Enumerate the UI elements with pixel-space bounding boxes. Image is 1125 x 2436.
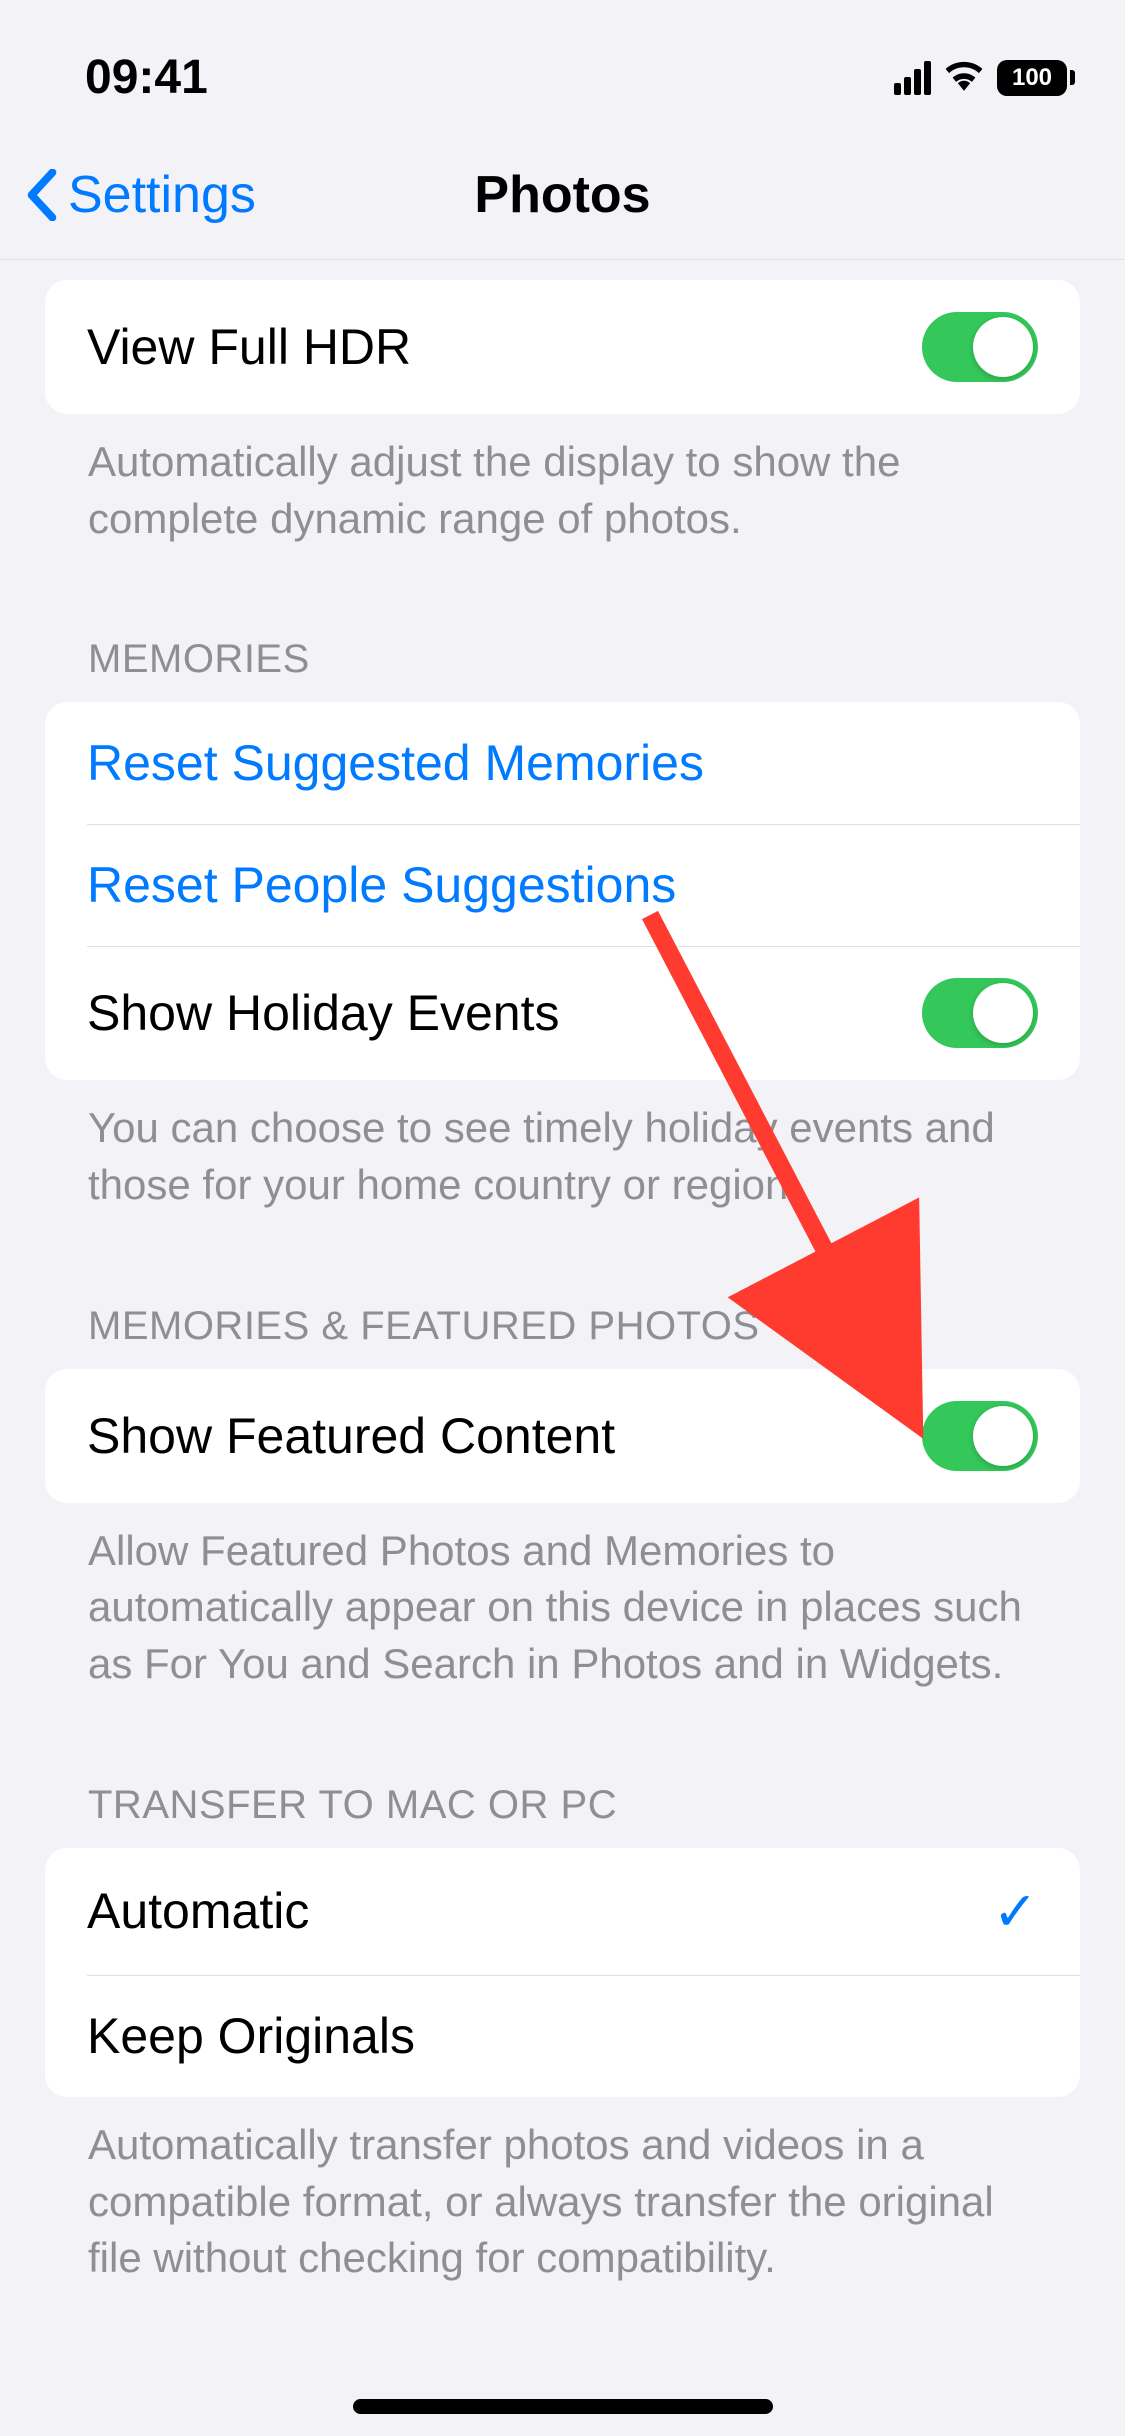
memories-group: Reset Suggested Memories Reset People Su…	[45, 702, 1080, 1080]
memories-footer: You can choose to see timely holiday eve…	[0, 1080, 1125, 1243]
transfer-header: TRANSFER TO MAC OR PC	[0, 1723, 1125, 1848]
view-full-hdr-toggle[interactable]	[922, 312, 1038, 382]
view-full-hdr-label: View Full HDR	[87, 318, 411, 376]
home-indicator[interactable]	[353, 2399, 773, 2414]
status-time: 09:41	[85, 50, 208, 105]
show-holiday-events-label: Show Holiday Events	[87, 984, 559, 1042]
show-featured-content-toggle[interactable]	[922, 1401, 1038, 1471]
show-holiday-events-cell[interactable]: Show Holiday Events	[45, 946, 1080, 1080]
transfer-keep-originals-label: Keep Originals	[87, 2007, 415, 2065]
show-featured-content-label: Show Featured Content	[87, 1407, 615, 1465]
back-label: Settings	[68, 165, 256, 225]
transfer-footer: Automatically transfer photos and videos…	[0, 2097, 1125, 2317]
battery-icon: 100	[997, 60, 1075, 96]
cellular-icon	[894, 61, 931, 95]
nav-title: Photos	[474, 165, 650, 225]
featured-group: Show Featured Content	[45, 1369, 1080, 1503]
status-bar: 09:41 100	[0, 0, 1125, 130]
hdr-group: View Full HDR	[45, 280, 1080, 414]
reset-suggested-memories-label: Reset Suggested Memories	[87, 734, 704, 792]
view-full-hdr-cell[interactable]: View Full HDR	[45, 280, 1080, 414]
featured-header: MEMORIES & FEATURED PHOTOS	[0, 1244, 1125, 1369]
transfer-automatic-label: Automatic	[87, 1882, 309, 1940]
battery-level: 100	[997, 60, 1067, 96]
reset-suggested-memories-cell[interactable]: Reset Suggested Memories	[45, 702, 1080, 824]
nav-bar: Settings Photos	[0, 130, 1125, 260]
featured-footer: Allow Featured Photos and Memories to au…	[0, 1503, 1125, 1723]
transfer-keep-originals-cell[interactable]: Keep Originals	[45, 1975, 1080, 2097]
reset-people-suggestions-label: Reset People Suggestions	[87, 856, 676, 914]
show-featured-content-cell[interactable]: Show Featured Content	[45, 1369, 1080, 1503]
reset-people-suggestions-cell[interactable]: Reset People Suggestions	[45, 824, 1080, 946]
status-icons: 100	[894, 59, 1075, 96]
checkmark-icon: ✓	[993, 1880, 1038, 1943]
show-holiday-events-toggle[interactable]	[922, 978, 1038, 1048]
hdr-footer: Automatically adjust the display to show…	[0, 414, 1125, 577]
chevron-left-icon	[24, 169, 60, 221]
transfer-automatic-cell[interactable]: Automatic ✓	[45, 1848, 1080, 1975]
back-button[interactable]: Settings	[0, 165, 256, 225]
memories-header: MEMORIES	[0, 577, 1125, 702]
transfer-group: Automatic ✓ Keep Originals	[45, 1848, 1080, 2097]
wifi-icon	[943, 59, 985, 96]
